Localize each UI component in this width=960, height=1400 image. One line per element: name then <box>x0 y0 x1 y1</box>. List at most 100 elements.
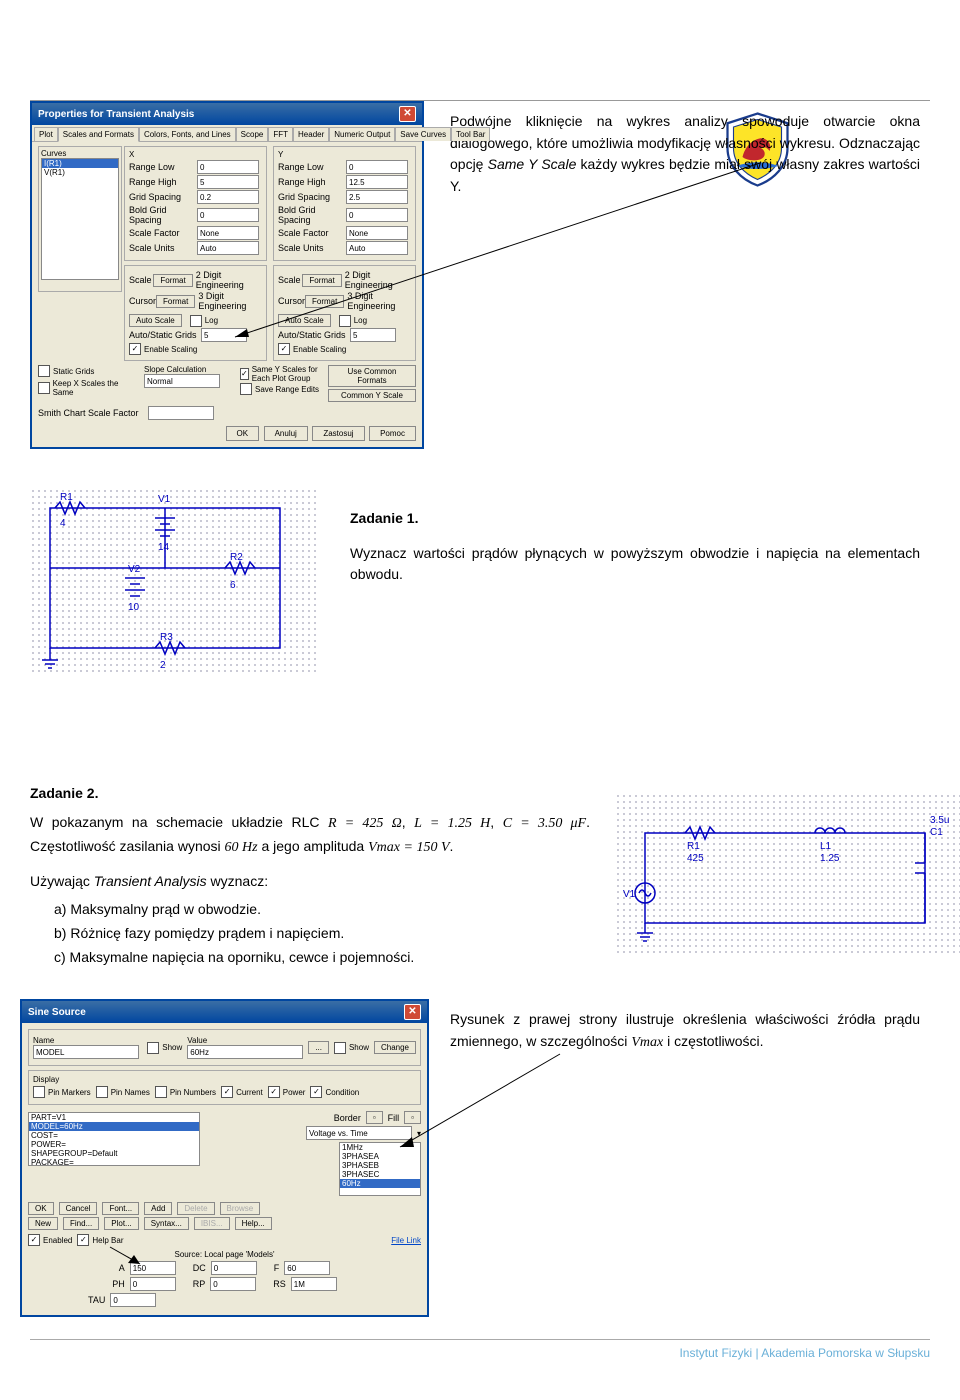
show-checkbox[interactable] <box>147 1042 159 1054</box>
rs-input[interactable] <box>291 1277 337 1291</box>
delete-button[interactable]: Delete <box>177 1202 214 1215</box>
list-item[interactable]: 3PHASEA <box>340 1152 420 1161</box>
enable-scaling-checkbox[interactable]: ✓ <box>278 343 290 355</box>
change-button[interactable]: Change <box>374 1041 416 1054</box>
close-icon[interactable]: ✕ <box>399 106 416 122</box>
font-button[interactable]: Font... <box>102 1202 139 1215</box>
a-input[interactable] <box>130 1261 176 1275</box>
apply-button[interactable]: Zastosuj <box>312 426 364 441</box>
dc-input[interactable] <box>211 1261 257 1275</box>
file-link[interactable]: File Link <box>391 1236 421 1245</box>
keep-x-checkbox[interactable] <box>38 382 50 394</box>
tau-input[interactable] <box>110 1293 156 1307</box>
help-button[interactable]: Pomoc <box>369 426 416 441</box>
tab-colors[interactable]: Colors, Fonts, and Lines <box>139 127 236 141</box>
list-item[interactable]: POWER= <box>29 1140 199 1149</box>
smith-input[interactable] <box>148 406 214 420</box>
format-button[interactable]: Format <box>156 295 195 308</box>
ok-button[interactable]: OK <box>28 1202 54 1215</box>
y-range-high-input[interactable] <box>346 175 408 189</box>
help-button[interactable]: Help... <box>235 1217 272 1230</box>
y-range-low-input[interactable] <box>346 160 408 174</box>
tab-plot[interactable]: Plot <box>34 127 58 141</box>
format-button[interactable]: Format <box>302 274 341 287</box>
list-item[interactable]: MODEL=60Hz <box>29 1122 199 1131</box>
save-range-checkbox[interactable] <box>240 383 252 395</box>
x-grid-input[interactable] <box>197 190 259 204</box>
list-item[interactable]: COST= <box>29 1131 199 1140</box>
ok-button[interactable]: OK <box>226 426 260 441</box>
x-range-high-input[interactable] <box>197 175 259 189</box>
enabled-checkbox[interactable]: ✓ <box>28 1234 40 1246</box>
dialog-titlebar[interactable]: Properties for Transient Analysis ✕ <box>32 103 422 125</box>
tab-header[interactable]: Header <box>293 127 329 141</box>
cancel-button[interactable]: Cancel <box>59 1202 98 1215</box>
curves-list[interactable]: I(R1) V(R1) <box>41 158 119 280</box>
find-button[interactable]: Find... <box>63 1217 99 1230</box>
add-button[interactable]: Add <box>144 1202 172 1215</box>
list-item[interactable]: 3PHASEB <box>340 1161 420 1170</box>
plot-button[interactable]: Plot... <box>104 1217 138 1230</box>
x-sf-select[interactable] <box>197 226 259 240</box>
cancel-button[interactable]: Anuluj <box>264 426 308 441</box>
x-su-select[interactable] <box>197 241 259 255</box>
format-button[interactable]: Format <box>153 274 192 287</box>
current-checkbox[interactable]: ✓ <box>221 1086 233 1098</box>
tab-fft[interactable]: FFT <box>268 127 293 141</box>
ph-input[interactable] <box>130 1277 176 1291</box>
close-icon[interactable]: ✕ <box>404 1004 421 1020</box>
common-y-button[interactable]: Common Y Scale <box>328 389 416 402</box>
combo-select[interactable] <box>306 1126 412 1140</box>
pin-names-checkbox[interactable] <box>96 1086 108 1098</box>
enable-scaling-checkbox[interactable]: ✓ <box>129 343 141 355</box>
list-item[interactable]: 3PHASEC <box>340 1170 420 1179</box>
tab-numeric[interactable]: Numeric Output <box>329 127 395 141</box>
auto-scale-button[interactable]: Auto Scale <box>129 314 182 327</box>
log-checkbox[interactable] <box>339 315 351 327</box>
list-item[interactable]: PACKAGE= <box>29 1158 199 1166</box>
browse-button[interactable]: Browse <box>220 1202 261 1215</box>
properties-list[interactable]: PART=V1 MODEL=60Hz COST= POWER= SHAPEGRO… <box>28 1112 200 1166</box>
static-grids-checkbox[interactable] <box>38 365 50 377</box>
x-bold-input[interactable] <box>197 208 259 222</box>
syntax-button[interactable]: Syntax... <box>144 1217 189 1230</box>
condition-checkbox[interactable]: ✓ <box>310 1086 322 1098</box>
tab-toolbar[interactable]: Tool Bar <box>451 127 490 141</box>
list-item[interactable]: PART=V1 <box>29 1113 199 1122</box>
list-item[interactable]: SHAPEGROUP=Default <box>29 1149 199 1158</box>
y-su-select[interactable] <box>346 241 408 255</box>
tab-scales[interactable]: Scales and Formats <box>58 127 139 142</box>
new-button[interactable]: New <box>28 1217 58 1230</box>
list-item[interactable]: V(R1) <box>42 168 118 177</box>
log-checkbox[interactable] <box>190 315 202 327</box>
value-input[interactable] <box>187 1045 303 1059</box>
browse-button[interactable]: ... <box>308 1041 329 1054</box>
dialog-titlebar[interactable]: Sine Source ✕ <box>22 1001 427 1023</box>
ibis-button[interactable]: IBIS... <box>194 1217 230 1230</box>
border-button[interactable]: ▫ <box>366 1111 383 1124</box>
helpbar-checkbox[interactable]: ✓ <box>77 1234 89 1246</box>
rp-input[interactable] <box>210 1277 256 1291</box>
f-input[interactable] <box>284 1261 330 1275</box>
fill-button[interactable]: ▫ <box>404 1111 421 1124</box>
power-checkbox[interactable]: ✓ <box>268 1086 280 1098</box>
list-item[interactable]: 1MHz <box>340 1143 420 1152</box>
y-grid-input[interactable] <box>346 190 408 204</box>
pin-numbers-checkbox[interactable] <box>155 1086 167 1098</box>
format-button[interactable]: Format <box>305 295 344 308</box>
name-input[interactable] <box>33 1045 139 1059</box>
same-y-checkbox[interactable]: ✓ <box>240 368 249 380</box>
x-range-low-input[interactable] <box>197 160 259 174</box>
pin-markers-checkbox[interactable] <box>33 1086 45 1098</box>
list-item[interactable]: I(R1) <box>42 159 118 168</box>
y-sf-select[interactable] <box>346 226 408 240</box>
tab-scope[interactable]: Scope <box>236 127 269 141</box>
tab-save[interactable]: Save Curves <box>395 127 451 141</box>
auto-static-input[interactable] <box>201 328 247 342</box>
list-item[interactable]: 60Hz <box>340 1179 420 1188</box>
slope-select[interactable] <box>144 374 220 388</box>
model-list[interactable]: 1MHz 3PHASEA 3PHASEB 3PHASEC 60Hz <box>339 1142 421 1196</box>
use-common-button[interactable]: Use Common Formats <box>328 365 416 387</box>
show-checkbox[interactable] <box>334 1042 346 1054</box>
auto-scale-button[interactable]: Auto Scale <box>278 314 331 327</box>
